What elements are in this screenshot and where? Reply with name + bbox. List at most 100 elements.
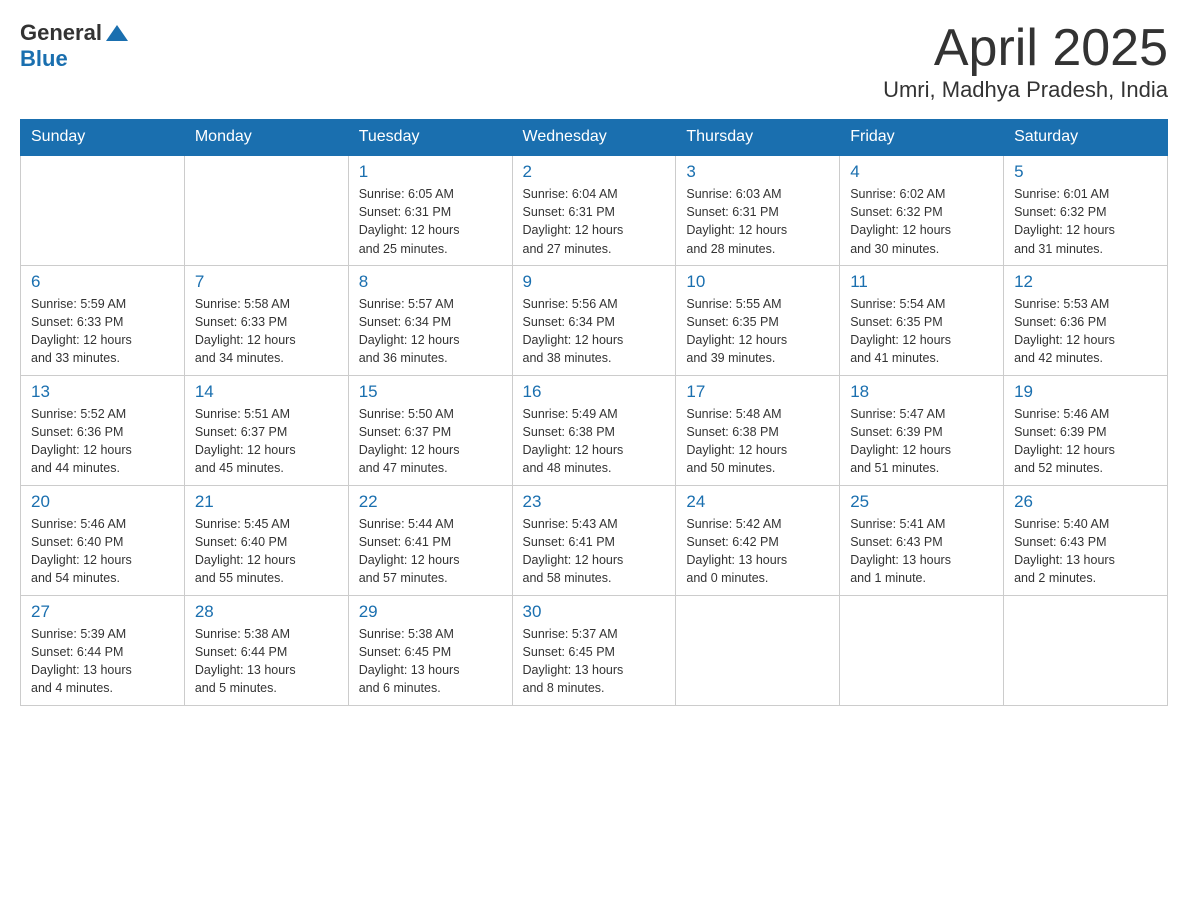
day-number: 13 bbox=[31, 382, 174, 402]
day-info: Sunrise: 5:49 AMSunset: 6:38 PMDaylight:… bbox=[523, 405, 666, 478]
day-number: 2 bbox=[523, 162, 666, 182]
day-info: Sunrise: 5:57 AMSunset: 6:34 PMDaylight:… bbox=[359, 295, 502, 368]
day-info: Sunrise: 5:45 AMSunset: 6:40 PMDaylight:… bbox=[195, 515, 338, 588]
day-info: Sunrise: 5:56 AMSunset: 6:34 PMDaylight:… bbox=[523, 295, 666, 368]
calendar-header-row: SundayMondayTuesdayWednesdayThursdayFrid… bbox=[21, 120, 1168, 156]
header-day-tuesday: Tuesday bbox=[348, 120, 512, 156]
day-info: Sunrise: 5:39 AMSunset: 6:44 PMDaylight:… bbox=[31, 625, 174, 698]
calendar-cell: 17 Sunrise: 5:48 AMSunset: 6:38 PMDayligh… bbox=[676, 375, 840, 485]
day-info: Sunrise: 5:38 AMSunset: 6:45 PMDaylight:… bbox=[359, 625, 502, 698]
day-number: 1 bbox=[359, 162, 502, 182]
logo: General Blue bbox=[20, 20, 128, 72]
week-row-1: 1 Sunrise: 6:05 AMSunset: 6:31 PMDaylight… bbox=[21, 155, 1168, 265]
calendar-cell: 24 Sunrise: 5:42 AMSunset: 6:42 PMDayligh… bbox=[676, 485, 840, 595]
calendar-cell: 10Sunrise: 5:55 AMSunset: 6:35 PMDayligh… bbox=[676, 265, 840, 375]
week-row-3: 13 Sunrise: 5:52 AMSunset: 6:36 PMDayligh… bbox=[21, 375, 1168, 485]
day-info: Sunrise: 6:04 AMSunset: 6:31 PMDaylight:… bbox=[523, 185, 666, 258]
calendar-cell: 5 Sunrise: 6:01 AMSunset: 6:32 PMDaylight… bbox=[1004, 155, 1168, 265]
calendar-table: SundayMondayTuesdayWednesdayThursdayFrid… bbox=[20, 119, 1168, 706]
day-info: Sunrise: 5:38 AMSunset: 6:44 PMDaylight:… bbox=[195, 625, 338, 698]
page-header: General Blue April 2025 Umri, Madhya Pra… bbox=[20, 20, 1168, 103]
calendar-cell: 11 Sunrise: 5:54 AMSunset: 6:35 PMDayligh… bbox=[840, 265, 1004, 375]
calendar-cell: 9Sunrise: 5:56 AMSunset: 6:34 PMDaylight… bbox=[512, 265, 676, 375]
calendar-cell: 25 Sunrise: 5:41 AMSunset: 6:43 PMDayligh… bbox=[840, 485, 1004, 595]
day-number: 16 bbox=[523, 382, 666, 402]
day-number: 15 bbox=[359, 382, 502, 402]
day-number: 25 bbox=[850, 492, 993, 512]
calendar-subtitle: Umri, Madhya Pradesh, India bbox=[883, 77, 1168, 103]
calendar-cell: 28 Sunrise: 5:38 AMSunset: 6:44 PMDayligh… bbox=[184, 595, 348, 705]
week-row-5: 27 Sunrise: 5:39 AMSunset: 6:44 PMDayligh… bbox=[21, 595, 1168, 705]
calendar-cell: 3Sunrise: 6:03 AMSunset: 6:31 PMDaylight… bbox=[676, 155, 840, 265]
calendar-cell: 15 Sunrise: 5:50 AMSunset: 6:37 PMDayligh… bbox=[348, 375, 512, 485]
calendar-cell: 20 Sunrise: 5:46 AMSunset: 6:40 PMDayligh… bbox=[21, 485, 185, 595]
day-number: 29 bbox=[359, 602, 502, 622]
calendar-cell: 2 Sunrise: 6:04 AMSunset: 6:31 PMDaylight… bbox=[512, 155, 676, 265]
calendar-cell: 29 Sunrise: 5:38 AMSunset: 6:45 PMDayligh… bbox=[348, 595, 512, 705]
day-number: 21 bbox=[195, 492, 338, 512]
calendar-cell: 18 Sunrise: 5:47 AMSunset: 6:39 PMDayligh… bbox=[840, 375, 1004, 485]
calendar-cell bbox=[676, 595, 840, 705]
day-info: Sunrise: 6:03 AMSunset: 6:31 PMDaylight:… bbox=[686, 185, 829, 258]
header-day-thursday: Thursday bbox=[676, 120, 840, 156]
day-info: Sunrise: 5:50 AMSunset: 6:37 PMDaylight:… bbox=[359, 405, 502, 478]
title-block: April 2025 Umri, Madhya Pradesh, India bbox=[883, 20, 1168, 103]
day-info: Sunrise: 5:52 AMSunset: 6:36 PMDaylight:… bbox=[31, 405, 174, 478]
day-info: Sunrise: 5:46 AMSunset: 6:40 PMDaylight:… bbox=[31, 515, 174, 588]
day-info: Sunrise: 5:44 AMSunset: 6:41 PMDaylight:… bbox=[359, 515, 502, 588]
day-number: 10 bbox=[686, 272, 829, 292]
day-info: Sunrise: 6:01 AMSunset: 6:32 PMDaylight:… bbox=[1014, 185, 1157, 258]
day-number: 24 bbox=[686, 492, 829, 512]
calendar-cell bbox=[21, 155, 185, 265]
day-info: Sunrise: 5:59 AMSunset: 6:33 PMDaylight:… bbox=[31, 295, 174, 368]
day-info: Sunrise: 5:46 AMSunset: 6:39 PMDaylight:… bbox=[1014, 405, 1157, 478]
week-row-2: 6Sunrise: 5:59 AMSunset: 6:33 PMDaylight… bbox=[21, 265, 1168, 375]
day-number: 19 bbox=[1014, 382, 1157, 402]
week-row-4: 20 Sunrise: 5:46 AMSunset: 6:40 PMDayligh… bbox=[21, 485, 1168, 595]
day-number: 14 bbox=[195, 382, 338, 402]
day-number: 20 bbox=[31, 492, 174, 512]
day-number: 27 bbox=[31, 602, 174, 622]
day-info: Sunrise: 5:58 AMSunset: 6:33 PMDaylight:… bbox=[195, 295, 338, 368]
header-day-friday: Friday bbox=[840, 120, 1004, 156]
calendar-cell: 7 Sunrise: 5:58 AMSunset: 6:33 PMDaylight… bbox=[184, 265, 348, 375]
day-number: 4 bbox=[850, 162, 993, 182]
calendar-cell: 26Sunrise: 5:40 AMSunset: 6:43 PMDayligh… bbox=[1004, 485, 1168, 595]
calendar-cell: 19 Sunrise: 5:46 AMSunset: 6:39 PMDayligh… bbox=[1004, 375, 1168, 485]
day-info: Sunrise: 5:51 AMSunset: 6:37 PMDaylight:… bbox=[195, 405, 338, 478]
day-info: Sunrise: 6:05 AMSunset: 6:31 PMDaylight:… bbox=[359, 185, 502, 258]
calendar-cell bbox=[1004, 595, 1168, 705]
day-number: 5 bbox=[1014, 162, 1157, 182]
day-number: 7 bbox=[195, 272, 338, 292]
day-number: 11 bbox=[850, 272, 993, 292]
calendar-cell: 23 Sunrise: 5:43 AMSunset: 6:41 PMDayligh… bbox=[512, 485, 676, 595]
calendar-cell: 13 Sunrise: 5:52 AMSunset: 6:36 PMDayligh… bbox=[21, 375, 185, 485]
calendar-cell: 4 Sunrise: 6:02 AMSunset: 6:32 PMDaylight… bbox=[840, 155, 1004, 265]
calendar-title: April 2025 bbox=[883, 20, 1168, 77]
calendar-cell: 12Sunrise: 5:53 AMSunset: 6:36 PMDayligh… bbox=[1004, 265, 1168, 375]
day-number: 28 bbox=[195, 602, 338, 622]
day-info: Sunrise: 5:43 AMSunset: 6:41 PMDaylight:… bbox=[523, 515, 666, 588]
day-info: Sunrise: 5:42 AMSunset: 6:42 PMDaylight:… bbox=[686, 515, 829, 588]
calendar-cell: 22Sunrise: 5:44 AMSunset: 6:41 PMDayligh… bbox=[348, 485, 512, 595]
day-info: Sunrise: 5:53 AMSunset: 6:36 PMDaylight:… bbox=[1014, 295, 1157, 368]
calendar-cell: 27 Sunrise: 5:39 AMSunset: 6:44 PMDayligh… bbox=[21, 595, 185, 705]
day-info: Sunrise: 5:48 AMSunset: 6:38 PMDaylight:… bbox=[686, 405, 829, 478]
calendar-cell: 30Sunrise: 5:37 AMSunset: 6:45 PMDayligh… bbox=[512, 595, 676, 705]
calendar-cell: 6Sunrise: 5:59 AMSunset: 6:33 PMDaylight… bbox=[21, 265, 185, 375]
calendar-cell: 8 Sunrise: 5:57 AMSunset: 6:34 PMDaylight… bbox=[348, 265, 512, 375]
day-info: Sunrise: 5:37 AMSunset: 6:45 PMDaylight:… bbox=[523, 625, 666, 698]
header-day-sunday: Sunday bbox=[21, 120, 185, 156]
day-info: Sunrise: 5:41 AMSunset: 6:43 PMDaylight:… bbox=[850, 515, 993, 588]
calendar-cell: 1 Sunrise: 6:05 AMSunset: 6:31 PMDaylight… bbox=[348, 155, 512, 265]
day-number: 23 bbox=[523, 492, 666, 512]
header-day-wednesday: Wednesday bbox=[512, 120, 676, 156]
day-number: 8 bbox=[359, 272, 502, 292]
day-info: Sunrise: 5:54 AMSunset: 6:35 PMDaylight:… bbox=[850, 295, 993, 368]
day-info: Sunrise: 6:02 AMSunset: 6:32 PMDaylight:… bbox=[850, 185, 993, 258]
day-info: Sunrise: 5:47 AMSunset: 6:39 PMDaylight:… bbox=[850, 405, 993, 478]
calendar-cell bbox=[184, 155, 348, 265]
day-number: 17 bbox=[686, 382, 829, 402]
day-number: 18 bbox=[850, 382, 993, 402]
calendar-cell: 16 Sunrise: 5:49 AMSunset: 6:38 PMDayligh… bbox=[512, 375, 676, 485]
